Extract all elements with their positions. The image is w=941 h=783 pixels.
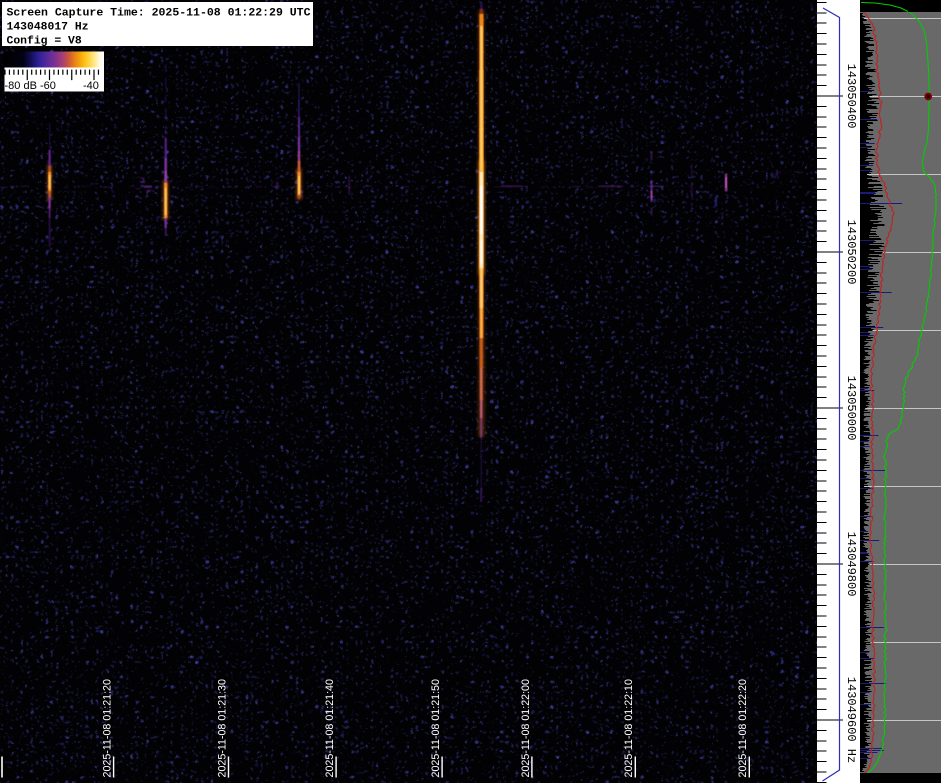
svg-text:143050200: 143050200 — [844, 220, 858, 285]
svg-text:2025-11-08 01:21:40: 2025-11-08 01:21:40 — [324, 679, 336, 778]
svg-text:143049800: 143049800 — [844, 532, 858, 597]
svg-text:143048017 Hz: 143048017 Hz — [7, 22, 89, 34]
svg-text:2025-11-08 01:22:00: 2025-11-08 01:22:00 — [520, 679, 532, 778]
svg-text:-80 dB -60: -80 dB -60 — [5, 80, 56, 92]
svg-text:143049600 Hz: 143049600 Hz — [844, 677, 858, 763]
svg-text:Config = V8: Config = V8 — [7, 36, 82, 48]
svg-text:2025-11-08 01:21:30: 2025-11-08 01:21:30 — [216, 679, 228, 778]
svg-text:2025-11-08 01:22:20: 2025-11-08 01:22:20 — [737, 679, 749, 778]
svg-text:143050400: 143050400 — [844, 64, 858, 129]
svg-text:143050000: 143050000 — [844, 376, 858, 441]
svg-text:2025-11-08 01:21:20: 2025-11-08 01:21:20 — [102, 679, 114, 778]
svg-text:Screen Capture Time: 2025-11-0: Screen Capture Time: 2025-11-08 01:22:29… — [7, 8, 311, 20]
svg-text:-40: -40 — [83, 80, 99, 92]
svg-text:2025-11-08 01:22:10: 2025-11-08 01:22:10 — [623, 679, 635, 778]
svg-text:2025-11-08 01:21:50: 2025-11-08 01:21:50 — [430, 679, 442, 778]
